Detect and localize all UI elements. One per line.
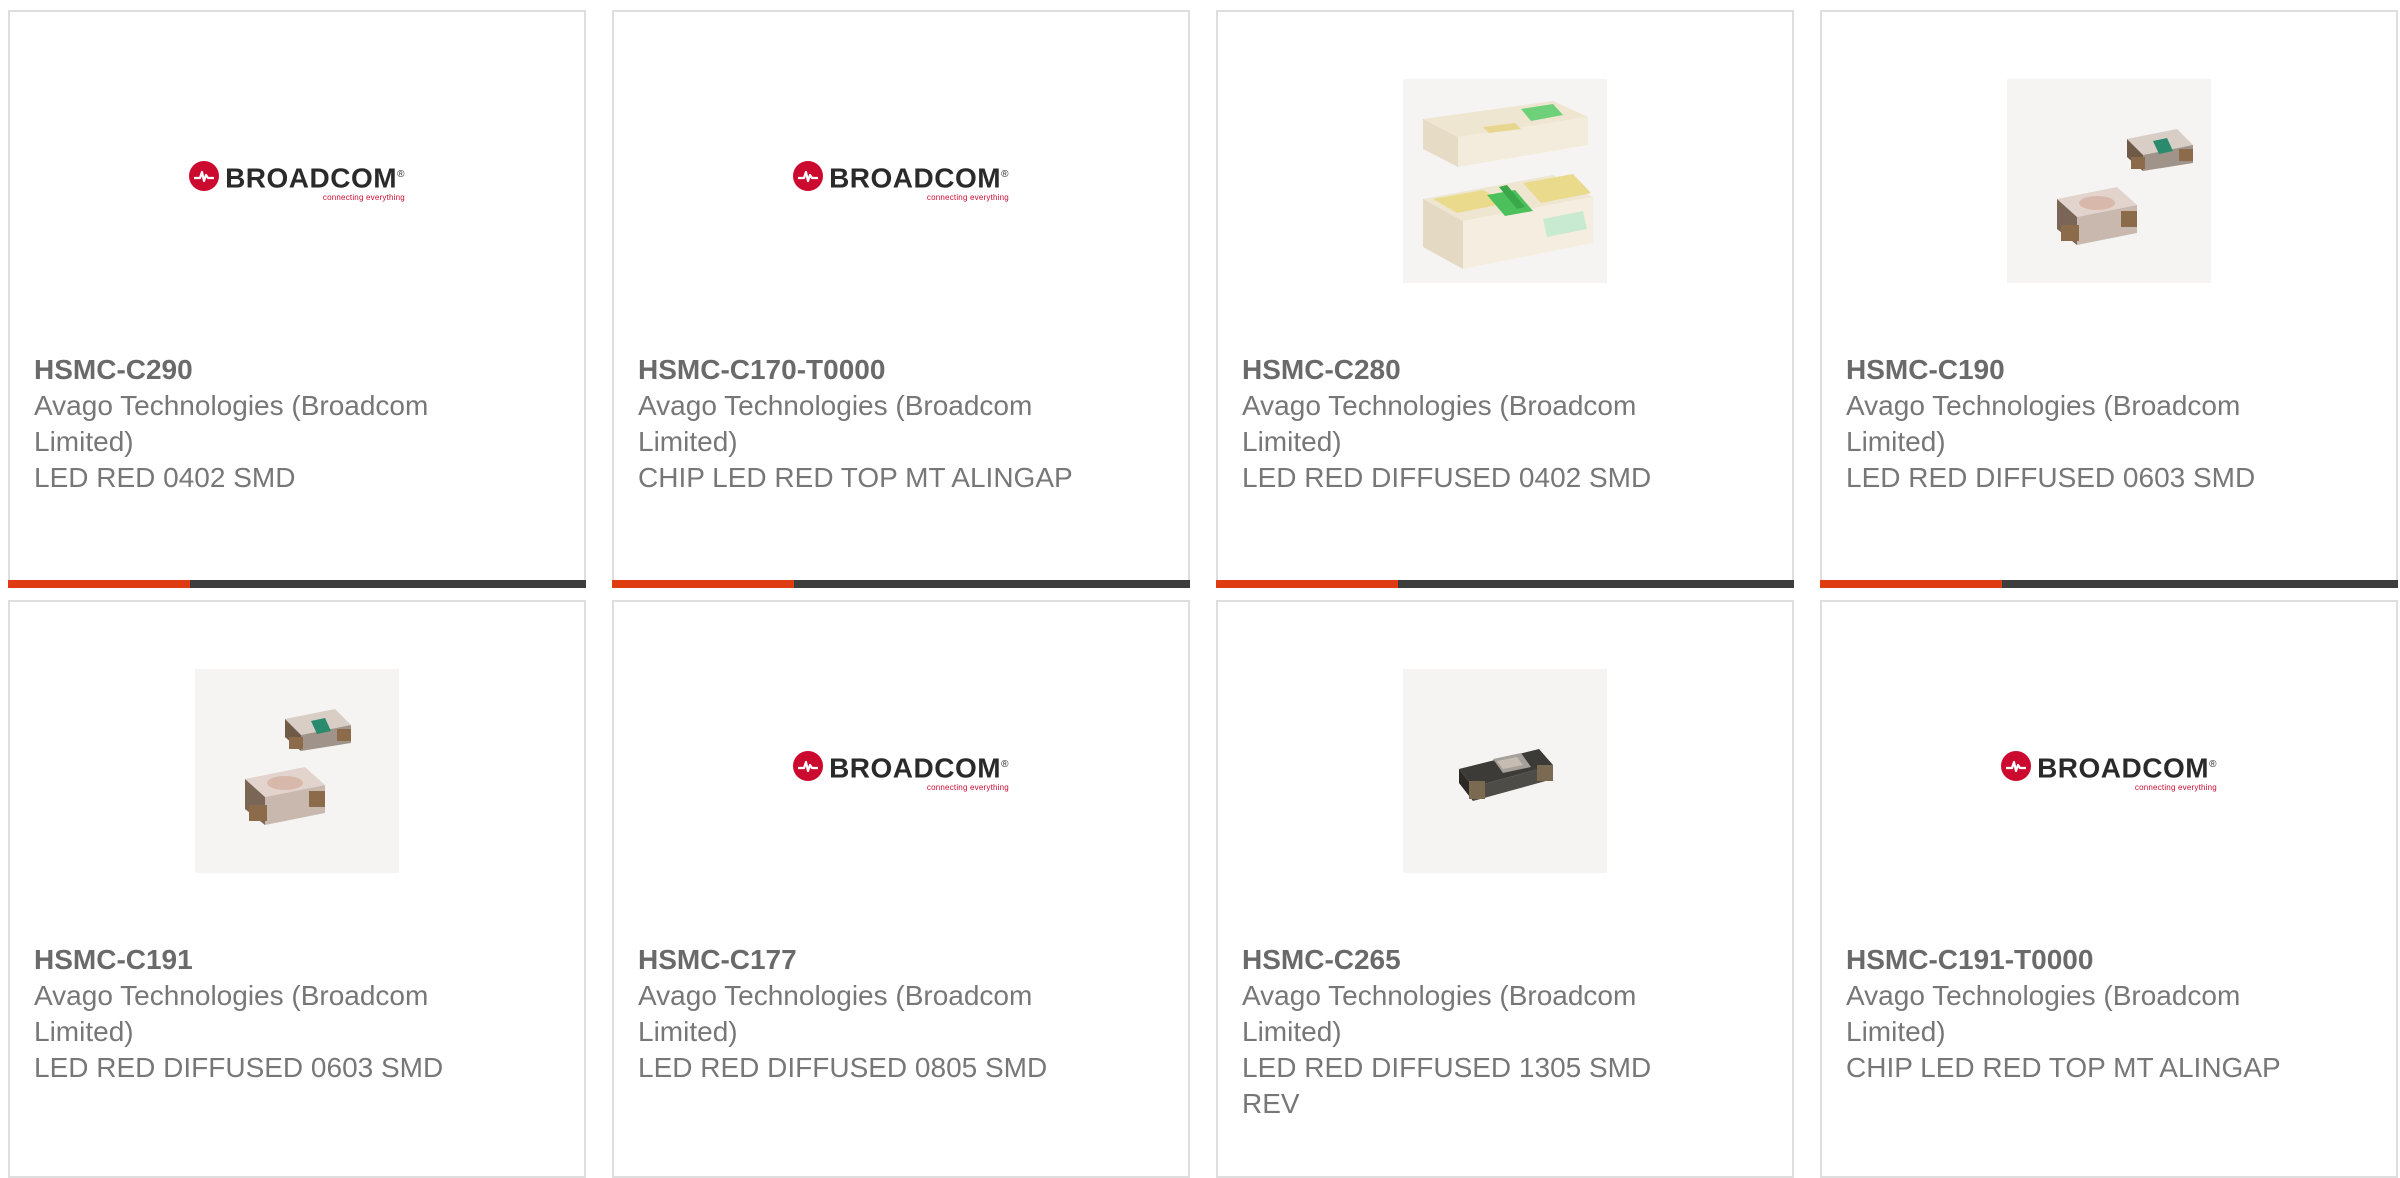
logo-tagline: connecting everything [926, 783, 1009, 793]
product-card[interactable]: BROADCOM® connecting everything HSMC-C17… [612, 10, 1190, 588]
manufacturer-name: Avago Technologies (Broadcom Limited) [1846, 390, 2241, 457]
trademark-symbol: ® [1001, 168, 1009, 180]
logo-tagline: connecting everything [322, 193, 405, 203]
card-accent-bar [612, 580, 1190, 588]
card-accent-bar [1216, 580, 1794, 588]
broadcom-pulse-icon [793, 750, 824, 781]
led-0402-photo [1403, 79, 1607, 283]
manufacturer-name: Avago Technologies (Broadcom Limited) [1242, 390, 1637, 457]
broadcom-logo: BROADCOM® connecting everything [793, 750, 1009, 792]
led-1305-photo [1403, 669, 1607, 873]
product-card[interactable]: BROADCOM® connecting everything HSMC-C17… [612, 600, 1190, 1178]
card-accent-bar [8, 580, 586, 588]
broadcom-logo: BROADCOM® connecting everything [189, 160, 405, 202]
product-card[interactable]: HSMC-C191 Avago Technologies (Broadcom L… [8, 600, 586, 1178]
product-description: LED RED DIFFUSED 1305 SMD REV [1242, 1052, 1652, 1119]
card-accent-bar [1820, 580, 2398, 588]
led-0603-photo [195, 669, 399, 873]
manufacturer-name: Avago Technologies (Broadcom Limited) [34, 980, 429, 1047]
product-image[interactable] [10, 666, 584, 876]
manufacturer-name: Avago Technologies (Broadcom Limited) [638, 980, 1033, 1047]
broadcom-pulse-icon [2001, 750, 2032, 781]
part-number-link[interactable]: HSMC-C265 [1242, 942, 1682, 978]
product-image[interactable]: BROADCOM® connecting everything [614, 76, 1188, 286]
product-card[interactable]: HSMC-C190 Avago Technologies (Broadcom L… [1820, 10, 2398, 588]
manufacturer-name: Avago Technologies (Broadcom Limited) [1846, 980, 2241, 1047]
manufacturer-name: Avago Technologies (Broadcom Limited) [638, 390, 1033, 457]
product-card[interactable]: BROADCOM® connecting everything HSMC-C29… [8, 10, 586, 588]
product-image[interactable] [1822, 76, 2396, 286]
broadcom-logo: BROADCOM® connecting everything [2001, 750, 2217, 792]
part-number-link[interactable]: HSMC-C191 [34, 942, 474, 978]
product-description: CHIP LED RED TOP MT ALINGAP [1846, 1052, 2281, 1083]
broadcom-pulse-icon [189, 160, 220, 191]
product-description: LED RED 0402 SMD [34, 462, 296, 493]
product-description: CHIP LED RED TOP MT ALINGAP [638, 462, 1073, 493]
broadcom-pulse-icon [793, 160, 824, 191]
manufacturer-name: Avago Technologies (Broadcom Limited) [34, 390, 429, 457]
part-number-link[interactable]: HSMC-C280 [1242, 352, 1682, 388]
part-number-link[interactable]: HSMC-C191-T0000 [1846, 942, 2286, 978]
product-image[interactable]: BROADCOM® connecting everything [1822, 666, 2396, 876]
product-image[interactable]: BROADCOM® connecting everything [614, 666, 1188, 876]
part-number-link[interactable]: HSMC-C170-T0000 [638, 352, 1078, 388]
part-number-link[interactable]: HSMC-C190 [1846, 352, 2286, 388]
logo-name: BROADCOM® [829, 752, 1009, 784]
product-description: LED RED DIFFUSED 0603 SMD [34, 1052, 444, 1083]
product-description: LED RED DIFFUSED 0805 SMD [638, 1052, 1048, 1083]
product-description: LED RED DIFFUSED 0402 SMD [1242, 462, 1652, 493]
trademark-symbol: ® [397, 168, 405, 180]
logo-name: BROADCOM® [2037, 752, 2217, 784]
part-number-link[interactable]: HSMC-C177 [638, 942, 1078, 978]
product-image[interactable] [1218, 76, 1792, 286]
product-description: LED RED DIFFUSED 0603 SMD [1846, 462, 2256, 493]
product-grid: BROADCOM® connecting everything HSMC-C29… [8, 10, 2400, 1178]
part-number-link[interactable]: HSMC-C290 [34, 352, 474, 388]
logo-name: BROADCOM® [829, 162, 1009, 194]
broadcom-logo: BROADCOM® connecting everything [793, 160, 1009, 202]
logo-tagline: connecting everything [2134, 783, 2217, 793]
led-0603-photo [2007, 79, 2211, 283]
product-card[interactable]: HSMC-C265 Avago Technologies (Broadcom L… [1216, 600, 1794, 1178]
logo-name: BROADCOM® [225, 162, 405, 194]
logo-tagline: connecting everything [926, 193, 1009, 203]
trademark-symbol: ® [1001, 758, 1009, 770]
product-card[interactable]: BROADCOM® connecting everything HSMC-C19… [1820, 600, 2398, 1178]
manufacturer-name: Avago Technologies (Broadcom Limited) [1242, 980, 1637, 1047]
product-image[interactable] [1218, 666, 1792, 876]
product-image[interactable]: BROADCOM® connecting everything [10, 76, 584, 286]
trademark-symbol: ® [2209, 758, 2217, 770]
product-card[interactable]: HSMC-C280 Avago Technologies (Broadcom L… [1216, 10, 1794, 588]
